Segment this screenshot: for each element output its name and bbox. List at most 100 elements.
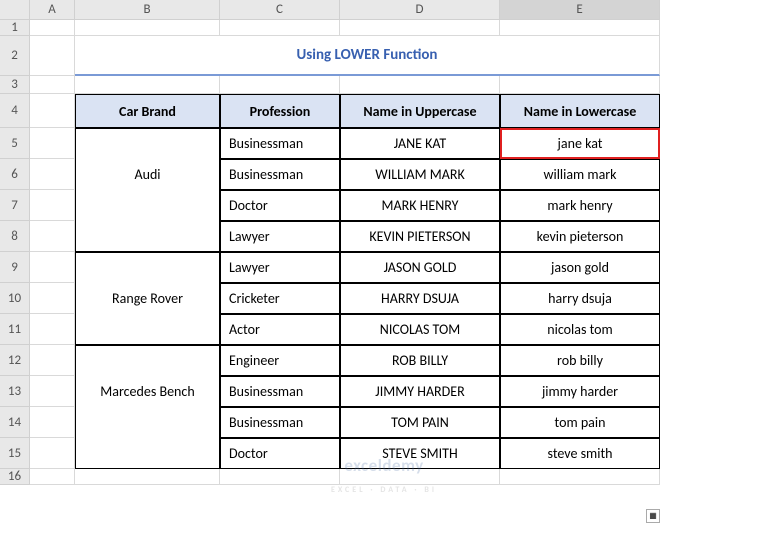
- empty-cell[interactable]: [500, 20, 660, 36]
- page-title[interactable]: Using LOWER Function: [75, 36, 660, 76]
- lowercase-cell[interactable]: rob billy: [500, 345, 660, 376]
- brand-cell[interactable]: [75, 438, 220, 469]
- table-header-brand[interactable]: Car Brand: [75, 94, 220, 128]
- uppercase-cell[interactable]: MARK HENRY: [340, 190, 500, 221]
- empty-cell[interactable]: [30, 190, 75, 221]
- lowercase-cell[interactable]: william mark: [500, 159, 660, 190]
- row-header-3[interactable]: 3: [0, 76, 30, 94]
- empty-cell[interactable]: [30, 128, 75, 159]
- row-header-5[interactable]: 5: [0, 128, 30, 159]
- empty-cell[interactable]: [220, 76, 340, 94]
- brand-cell[interactable]: [75, 190, 220, 221]
- empty-cell[interactable]: [500, 76, 660, 94]
- profession-cell[interactable]: Businessman: [220, 407, 340, 438]
- brand-cell[interactable]: [75, 345, 220, 376]
- lowercase-cell[interactable]: mark henry: [500, 190, 660, 221]
- empty-cell[interactable]: [30, 283, 75, 314]
- lowercase-cell[interactable]: jason gold: [500, 252, 660, 283]
- column-header-A[interactable]: A: [30, 0, 75, 20]
- column-header-C[interactable]: C: [220, 0, 340, 20]
- empty-cell[interactable]: [75, 20, 220, 36]
- empty-cell[interactable]: [220, 20, 340, 36]
- lowercase-cell[interactable]: nicolas tom: [500, 314, 660, 345]
- empty-cell[interactable]: [75, 469, 220, 485]
- row-header-9[interactable]: 9: [0, 252, 30, 283]
- lowercase-cell[interactable]: tom pain: [500, 407, 660, 438]
- empty-cell[interactable]: [30, 376, 75, 407]
- profession-cell[interactable]: Lawyer: [220, 252, 340, 283]
- row-header-16[interactable]: 16: [0, 469, 30, 485]
- empty-cell[interactable]: [30, 345, 75, 376]
- brand-cell[interactable]: [75, 407, 220, 438]
- lowercase-cell[interactable]: jane kat: [500, 128, 660, 159]
- empty-cell[interactable]: [30, 252, 75, 283]
- lowercase-cell[interactable]: jimmy harder: [500, 376, 660, 407]
- uppercase-cell[interactable]: JASON GOLD: [340, 252, 500, 283]
- brand-cell[interactable]: Marcedes Bench: [75, 376, 220, 407]
- row-header-13[interactable]: 13: [0, 376, 30, 407]
- empty-cell[interactable]: [340, 76, 500, 94]
- table-header-profession[interactable]: Profession: [220, 94, 340, 128]
- empty-cell[interactable]: [340, 20, 500, 36]
- brand-cell[interactable]: [75, 252, 220, 283]
- empty-cell[interactable]: [30, 407, 75, 438]
- empty-cell[interactable]: [30, 159, 75, 190]
- uppercase-cell[interactable]: HARRY DSUJA: [340, 283, 500, 314]
- fill-handle-icon[interactable]: ▦: [646, 509, 660, 523]
- brand-cell[interactable]: [75, 128, 220, 159]
- brand-cell[interactable]: Range Rover: [75, 283, 220, 314]
- uppercase-cell[interactable]: WILLIAM MARK: [340, 159, 500, 190]
- row-header-11[interactable]: 11: [0, 314, 30, 345]
- uppercase-cell[interactable]: JANE KAT: [340, 128, 500, 159]
- brand-cell[interactable]: [75, 314, 220, 345]
- row-header-10[interactable]: 10: [0, 283, 30, 314]
- table-header-upper[interactable]: Name in Uppercase: [340, 94, 500, 128]
- row-header-6[interactable]: 6: [0, 159, 30, 190]
- table-header-lower[interactable]: Name in Lowercase: [500, 94, 660, 128]
- empty-cell[interactable]: [30, 469, 75, 485]
- column-header-E[interactable]: E: [500, 0, 660, 20]
- row-header-7[interactable]: 7: [0, 190, 30, 221]
- empty-cell[interactable]: [500, 469, 660, 485]
- empty-cell[interactable]: [30, 314, 75, 345]
- profession-cell[interactable]: Engineer: [220, 345, 340, 376]
- row-header-14[interactable]: 14: [0, 407, 30, 438]
- lowercase-cell[interactable]: steve smith: [500, 438, 660, 469]
- uppercase-cell[interactable]: NICOLAS TOM: [340, 314, 500, 345]
- profession-cell[interactable]: Cricketer: [220, 283, 340, 314]
- uppercase-cell[interactable]: STEVE SMITH: [340, 438, 500, 469]
- profession-cell[interactable]: Businessman: [220, 376, 340, 407]
- row-header-8[interactable]: 8: [0, 221, 30, 252]
- empty-cell[interactable]: [30, 221, 75, 252]
- profession-cell[interactable]: Actor: [220, 314, 340, 345]
- brand-cell[interactable]: Audi: [75, 159, 220, 190]
- uppercase-cell[interactable]: ROB BILLY: [340, 345, 500, 376]
- lowercase-cell[interactable]: harry dsuja: [500, 283, 660, 314]
- empty-cell[interactable]: [220, 469, 340, 485]
- profession-cell[interactable]: Lawyer: [220, 221, 340, 252]
- uppercase-cell[interactable]: JIMMY HARDER: [340, 376, 500, 407]
- profession-cell[interactable]: Businessman: [220, 128, 340, 159]
- uppercase-cell[interactable]: TOM PAIN: [340, 407, 500, 438]
- row-header-15[interactable]: 15: [0, 438, 30, 469]
- empty-cell[interactable]: [30, 94, 75, 128]
- corner-cell[interactable]: [0, 0, 30, 20]
- profession-cell[interactable]: Doctor: [220, 438, 340, 469]
- empty-cell[interactable]: [30, 36, 75, 76]
- empty-cell[interactable]: [30, 438, 75, 469]
- profession-cell[interactable]: Businessman: [220, 159, 340, 190]
- column-header-B[interactable]: B: [75, 0, 220, 20]
- brand-cell[interactable]: [75, 221, 220, 252]
- empty-cell[interactable]: [75, 76, 220, 94]
- row-header-12[interactable]: 12: [0, 345, 30, 376]
- row-header-4[interactable]: 4: [0, 94, 30, 128]
- empty-cell[interactable]: [30, 76, 75, 94]
- profession-cell[interactable]: Doctor: [220, 190, 340, 221]
- empty-cell[interactable]: [340, 469, 500, 485]
- column-header-D[interactable]: D: [340, 0, 500, 20]
- row-header-1[interactable]: 1: [0, 20, 30, 36]
- uppercase-cell[interactable]: KEVIN PIETERSON: [340, 221, 500, 252]
- lowercase-cell[interactable]: kevin pieterson: [500, 221, 660, 252]
- row-header-2[interactable]: 2: [0, 36, 30, 76]
- empty-cell[interactable]: [30, 20, 75, 36]
